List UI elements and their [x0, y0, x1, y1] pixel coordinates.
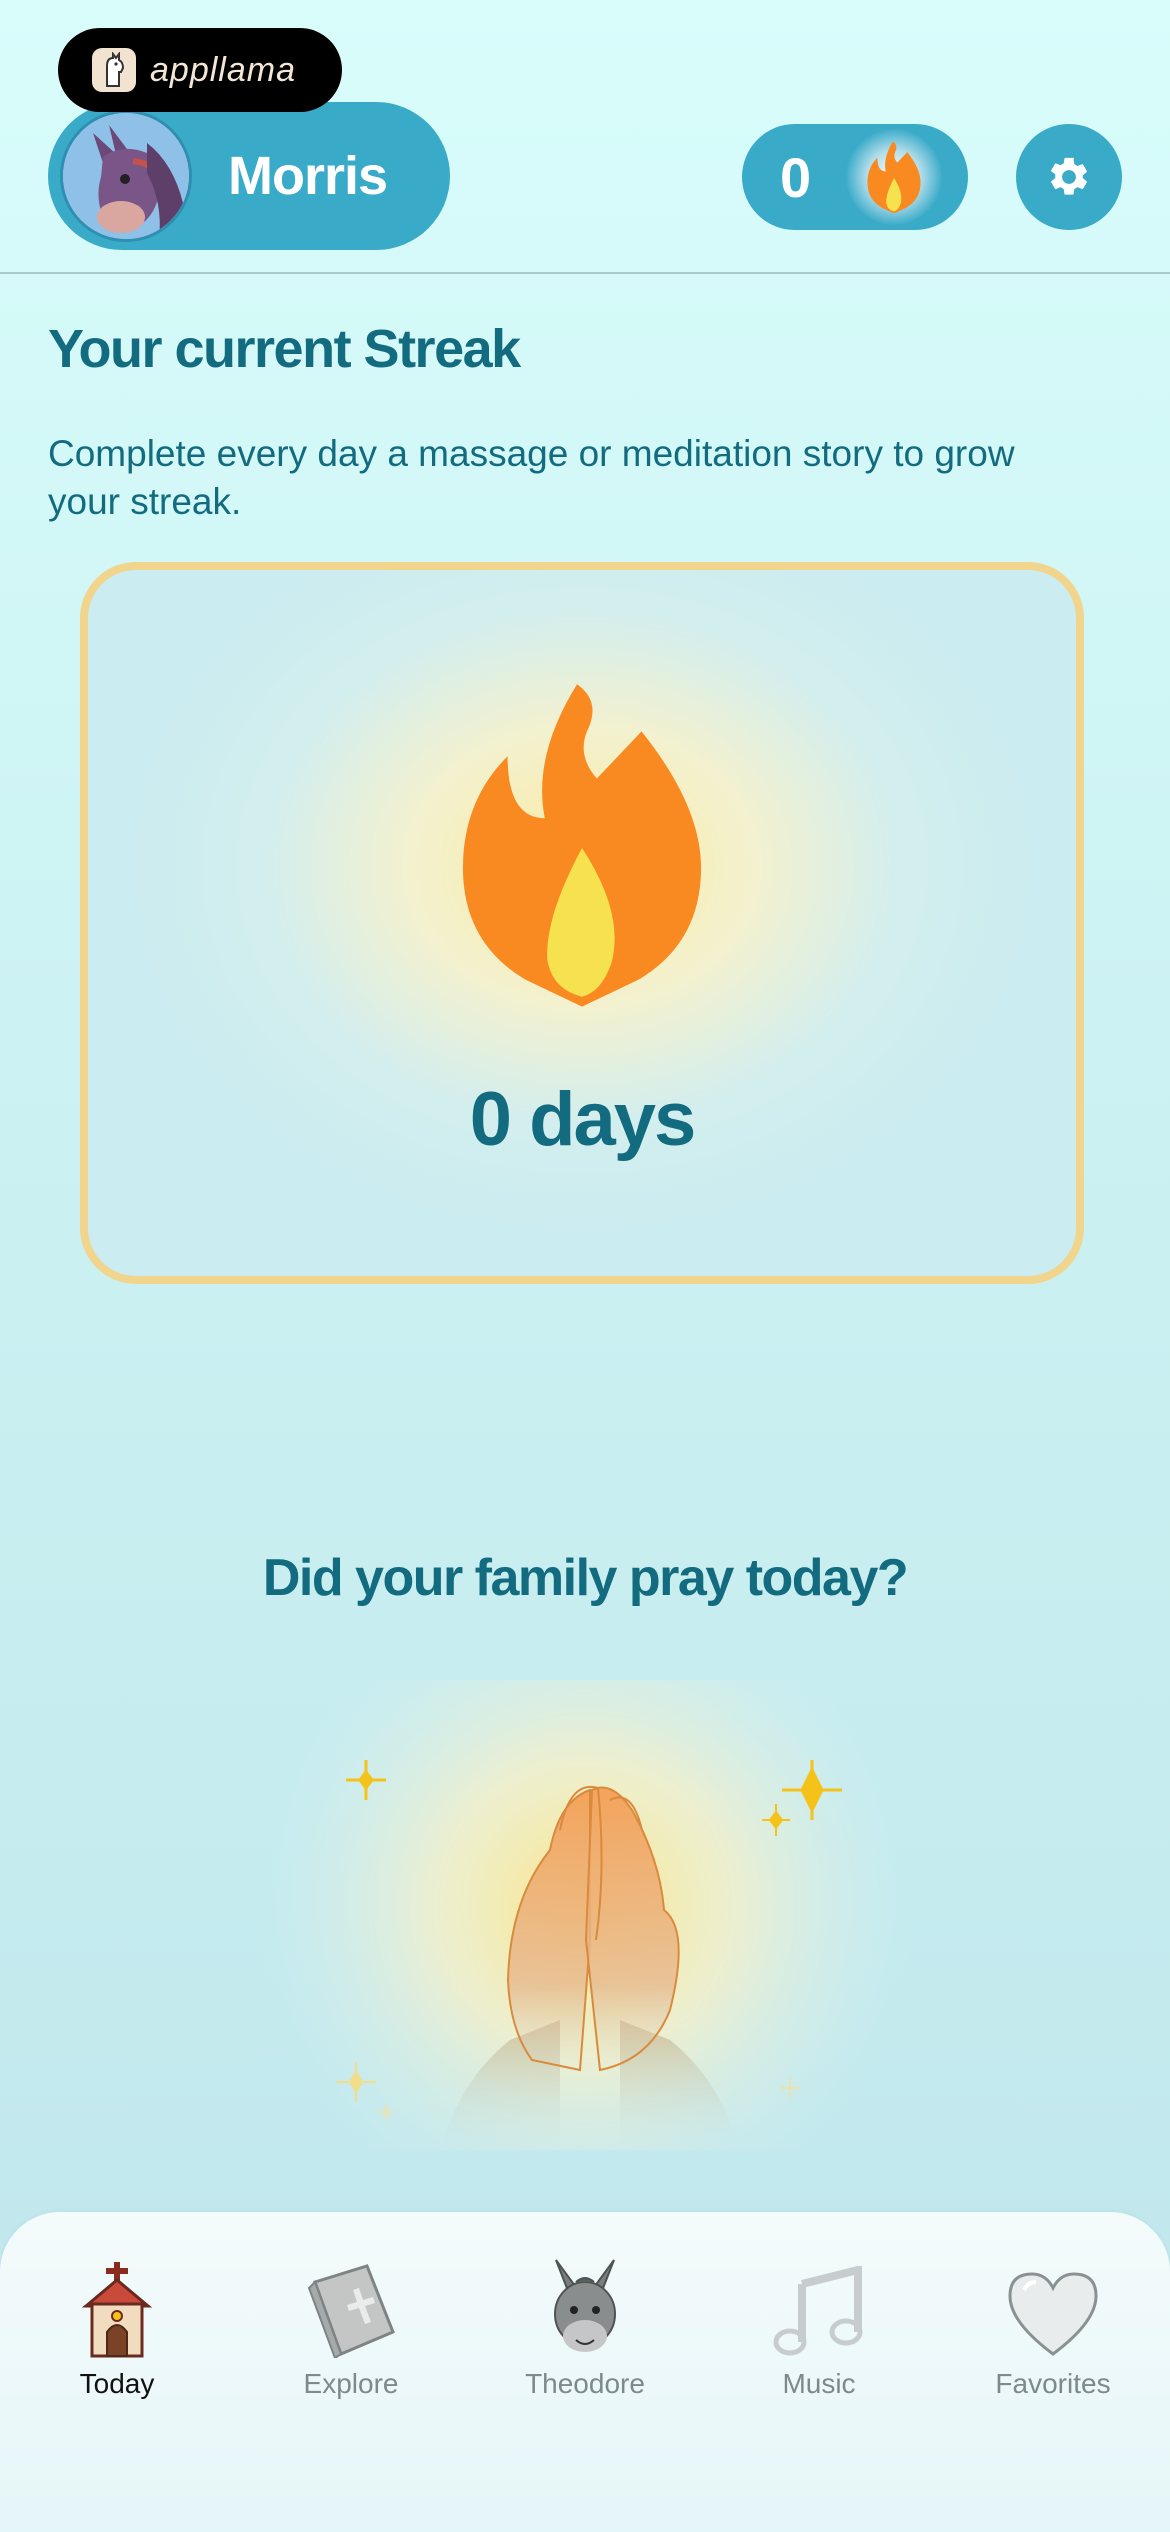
- flame-icon: [846, 129, 942, 225]
- gear-icon: [1051, 157, 1087, 195]
- heart-icon: [936, 2248, 1170, 2358]
- streak-heading: Your current Streak: [48, 319, 521, 379]
- streak-days-label: 0 days: [469, 1077, 697, 1162]
- prayer-question: Did your family pray today?: [262, 1549, 909, 1607]
- brand-badge: appllama: [58, 28, 342, 112]
- streak-description: Complete every day a massage or meditati…: [48, 433, 1015, 522]
- nav-label-explore: Explore: [303, 2368, 399, 2399]
- bottom-navigation: Today Explore Theodore Music Favorites: [0, 2212, 1170, 2532]
- llama-logo-icon: [92, 48, 136, 92]
- nav-item-music[interactable]: Music: [702, 2248, 936, 2400]
- music-note-icon: [702, 2248, 936, 2358]
- nav-label-today: Today: [79, 2368, 155, 2399]
- streak-card: 0 days: [80, 562, 1084, 1284]
- streak-counter-button[interactable]: 0: [742, 124, 968, 230]
- settings-button[interactable]: [1016, 124, 1122, 230]
- streak-count: 0: [780, 145, 812, 209]
- profile-button[interactable]: Morris: [48, 102, 450, 250]
- bible-icon: [234, 2248, 468, 2358]
- nav-item-today[interactable]: Today: [0, 2248, 234, 2400]
- nav-item-favorites[interactable]: Favorites: [936, 2248, 1170, 2400]
- top-bar: appllama Morris 0: [0, 0, 1170, 274]
- praying-hands-button[interactable]: [255, 1590, 915, 2250]
- nav-item-theodore[interactable]: Theodore: [468, 2248, 702, 2400]
- nav-label-favorites: Favorites: [995, 2368, 1111, 2399]
- nav-label-theodore: Theodore: [525, 2368, 645, 2399]
- church-icon: [0, 2248, 234, 2358]
- brand-name: appllama: [150, 50, 296, 89]
- donkey-avatar: [60, 110, 192, 242]
- user-name: Morris: [228, 146, 388, 206]
- large-flame-icon: [458, 678, 706, 1013]
- nav-label-music: Music: [782, 2368, 856, 2399]
- donkey-icon: [468, 2248, 702, 2358]
- nav-item-explore[interactable]: Explore: [234, 2248, 468, 2400]
